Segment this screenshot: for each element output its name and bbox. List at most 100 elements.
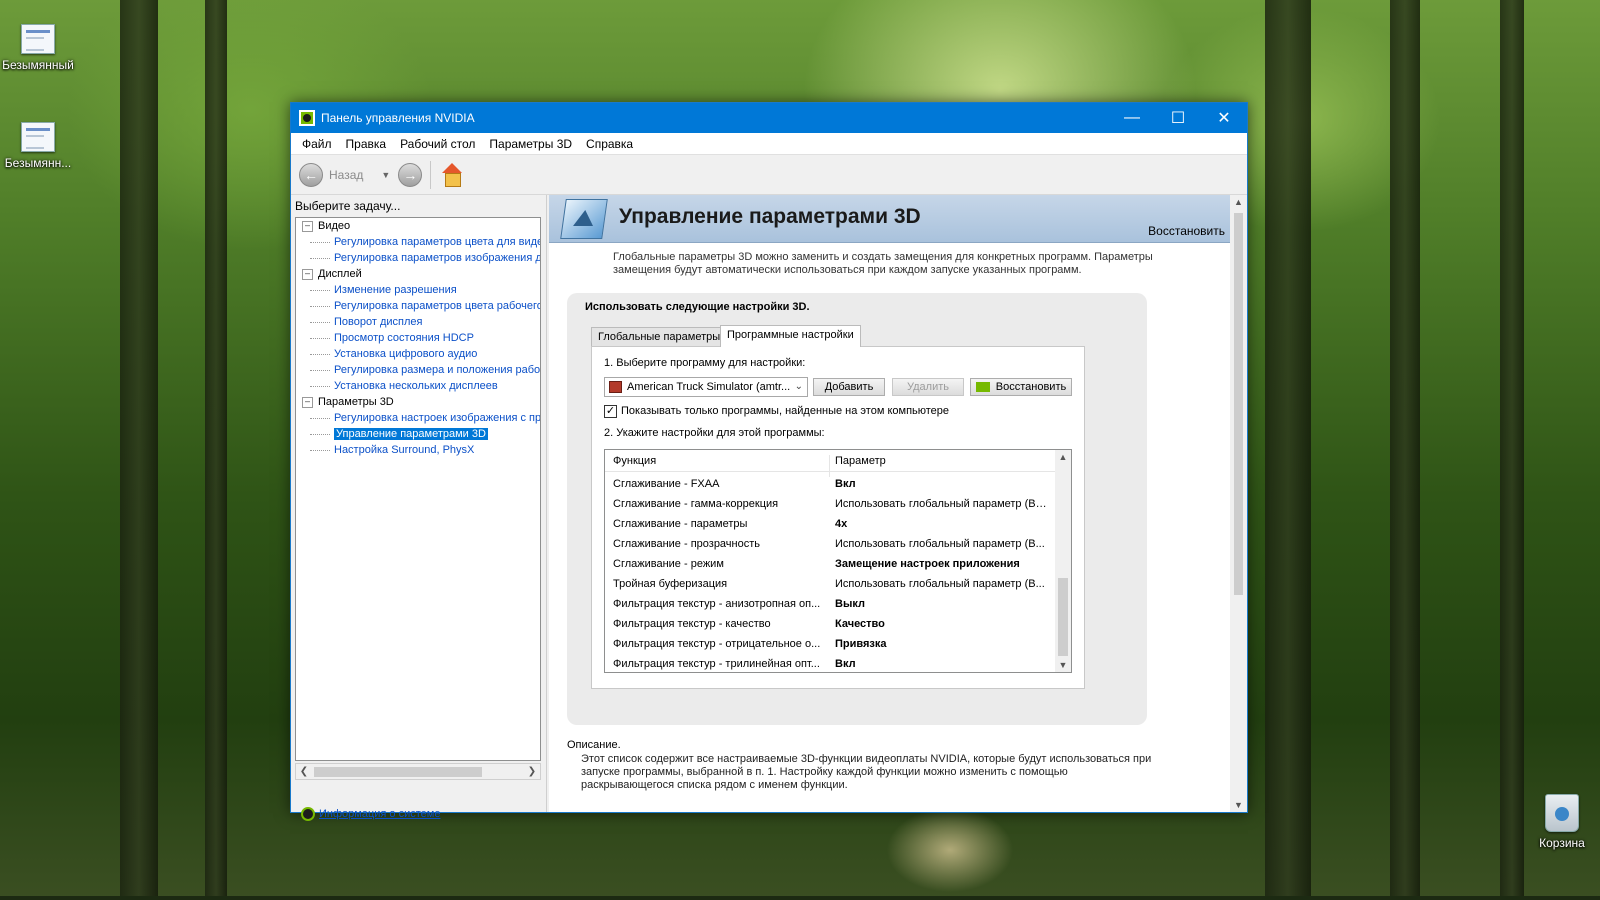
table-row[interactable]: Сглаживание - параметры 4x [605, 514, 1055, 534]
add-program-button[interactable]: Добавить [813, 378, 885, 396]
table-row[interactable]: Сглаживание - режим Замещение настроек пр… [605, 554, 1055, 574]
remove-program-button[interactable]: Удалить [892, 378, 964, 396]
tree-item-selected[interactable]: Управление параметрами 3D [296, 426, 540, 442]
table-row[interactable]: Фильтрация текстур - отрицательное о... П… [605, 634, 1055, 654]
column-header-function[interactable]: Функция [613, 455, 656, 467]
tree-item[interactable]: Регулировка параметров изображения для в… [296, 250, 540, 266]
content-vertical-scrollbar[interactable]: ▲ ▼ [1230, 195, 1247, 812]
task-tree: Видео Регулировка параметров цвета для в… [295, 217, 541, 761]
task-pane: Выберите задачу... Видео Регулировка пар… [291, 195, 547, 821]
parameter-cell[interactable]: Привязка [835, 634, 1049, 654]
tree-item[interactable]: Поворот дисплея [296, 314, 540, 330]
table-row[interactable]: Фильтрация текстур - качество Качество [605, 614, 1055, 634]
scroll-thumb[interactable] [1234, 213, 1243, 595]
table-row[interactable]: Сглаживание - гамма-коррекция Использоват… [605, 494, 1055, 514]
step1-label: 1. Выберите программу для настройки: [604, 357, 806, 369]
tree-item-label: Управление параметрами 3D [334, 428, 488, 440]
maximize-button[interactable]: ☐ [1155, 103, 1201, 133]
parameter-cell[interactable]: Использовать глобальный параметр (В... [835, 574, 1049, 594]
tree-item[interactable]: Просмотр состояния HDCP [296, 330, 540, 346]
tree-item-label: Установка нескольких дисплеев [334, 380, 498, 392]
minimize-button[interactable]: — [1109, 103, 1155, 133]
table-row[interactable]: Фильтрация текстур - анизотропная оп... В… [605, 594, 1055, 614]
menu-file[interactable]: Файл [295, 137, 339, 151]
scroll-down-icon[interactable]: ▼ [1055, 660, 1071, 670]
tree-item[interactable]: Настройка Surround, PhysX [296, 442, 540, 458]
restore-defaults-link[interactable]: Восстановить [1148, 224, 1225, 238]
scroll-right-icon[interactable]: ❯ [524, 766, 540, 777]
document-icon [21, 24, 55, 54]
tree-category-display[interactable]: Дисплей [296, 266, 540, 282]
scroll-thumb[interactable] [314, 767, 482, 777]
tree-item[interactable]: Регулировка параметров цвета для видео [296, 234, 540, 250]
system-info: Информация о системе [301, 807, 440, 821]
column-header-parameter[interactable]: Параметр [835, 455, 886, 467]
table-row[interactable]: Тройная буферизация Использовать глобальн… [605, 574, 1055, 594]
tree-item-label: Поворот дисплея [334, 316, 423, 328]
page-title: Управление параметрами 3D [619, 205, 921, 228]
function-cell: Сглаживание - режим [613, 558, 724, 570]
table-row[interactable]: Сглаживание - прозрачность Использовать г… [605, 534, 1055, 554]
tab-program-settings[interactable]: Программные настройки [720, 325, 861, 347]
document-icon [21, 122, 55, 152]
title-bar[interactable]: Панель управления NVIDIA — ☐ ✕ [291, 103, 1247, 133]
parameter-cell[interactable]: Использовать глобальный параметр (Вкл) [835, 494, 1049, 514]
tree-item[interactable]: Регулировка параметров цвета рабочего ст… [296, 298, 540, 314]
wallpaper-trunk [1265, 0, 1311, 900]
show-found-only-checkbox[interactable]: ✓ [604, 405, 617, 418]
tree-item[interactable]: Установка нескольких дисплеев [296, 378, 540, 394]
history-dropdown-icon[interactable]: ▼ [381, 170, 390, 180]
tree-item-label: Установка цифрового аудио [334, 348, 478, 360]
tree-item[interactable]: Установка цифрового аудио [296, 346, 540, 362]
tree-horizontal-scrollbar[interactable]: ❮ ❯ [295, 763, 541, 780]
scroll-up-icon[interactable]: ▲ [1055, 452, 1071, 462]
parameter-cell[interactable]: Использовать глобальный параметр (В... [835, 534, 1049, 554]
system-info-link[interactable]: Информация о системе [319, 808, 440, 820]
show-found-only-label[interactable]: Показывать только программы, найденные н… [621, 405, 949, 417]
tree-category-3d[interactable]: Параметры 3D [296, 394, 540, 410]
menu-edit[interactable]: Правка [339, 137, 394, 151]
menu-help[interactable]: Справка [579, 137, 640, 151]
parameter-cell[interactable]: Вкл [835, 654, 1049, 672]
tree-item[interactable]: Изменение разрешения [296, 282, 540, 298]
function-cell: Фильтрация текстур - анизотропная оп... [613, 598, 821, 610]
scroll-thumb[interactable] [1058, 578, 1068, 656]
desktop-icon-recycle-bin[interactable]: Корзина [1524, 794, 1600, 850]
scroll-down-icon[interactable]: ▼ [1230, 800, 1247, 810]
home-icon[interactable] [439, 162, 465, 187]
close-button[interactable]: ✕ [1201, 103, 1247, 133]
tab-global-settings[interactable]: Глобальные параметры [591, 327, 728, 347]
parameter-cell[interactable]: Качество [835, 614, 1049, 634]
section-title: Использовать следующие настройки 3D. [585, 301, 810, 313]
page-intro: Глобальные параметры 3D можно заменить и… [613, 251, 1153, 276]
desktop-icon-file-2[interactable]: Безымянн... [0, 122, 76, 170]
parameter-cell[interactable]: 4x [835, 514, 1049, 534]
task-pane-label: Выберите задачу... [295, 199, 401, 213]
back-arrow-icon[interactable]: ← [299, 162, 323, 187]
parameter-cell[interactable]: Вкл [835, 474, 1049, 494]
step2-label: 2. Укажите настройки для этой программы: [604, 427, 825, 439]
parameter-cell[interactable]: Выкл [835, 594, 1049, 614]
content-pane: Управление параметрами 3D Восстановить Г… [549, 195, 1247, 812]
restore-program-label: Восстановить [995, 381, 1067, 393]
tree-item[interactable]: Регулировка настроек изображения с просм… [296, 410, 540, 426]
program-select[interactable]: American Truck Simulator (amtr... ⌄ [604, 377, 808, 397]
scroll-left-icon[interactable]: ❮ [296, 766, 312, 777]
menu-3d-settings[interactable]: Параметры 3D [482, 137, 579, 151]
wallpaper-trunk [1390, 0, 1420, 900]
table-row[interactable]: Фильтрация текстур - трилинейная опт... В… [605, 654, 1055, 672]
tree-item[interactable]: Регулировка размера и положения рабочего… [296, 362, 540, 378]
table-row[interactable]: Сглаживание - FXAA Вкл [605, 474, 1055, 494]
parameter-cell[interactable]: Замещение настроек приложения [835, 554, 1049, 574]
restore-program-button[interactable]: Восстановить [970, 378, 1072, 396]
desktop-icon-file-1[interactable]: Безымянный [0, 24, 76, 72]
3d-settings-icon [560, 199, 608, 239]
wallpaper-trunk [1500, 0, 1524, 900]
scroll-up-icon[interactable]: ▲ [1230, 197, 1247, 207]
forward-arrow-icon[interactable]: → [398, 162, 423, 187]
function-cell: Сглаживание - прозрачность [613, 538, 761, 550]
tree-category-video[interactable]: Видео [296, 218, 540, 234]
back-button-label[interactable]: Назад [329, 168, 363, 182]
grid-vertical-scrollbar[interactable]: ▲ ▼ [1055, 450, 1071, 672]
menu-desktop[interactable]: Рабочий стол [393, 137, 482, 151]
